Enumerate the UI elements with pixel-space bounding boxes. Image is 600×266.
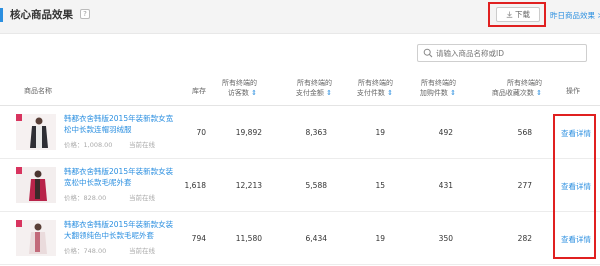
download-label: 下载 xyxy=(515,10,530,19)
product-price: 价格：748.00 xyxy=(64,247,107,255)
favorites-value: 277 xyxy=(517,181,532,190)
pay-qty-value: 19 xyxy=(375,234,385,243)
col-cart-qty[interactable]: 所有终端的 加购件数 ⇕ xyxy=(398,78,456,98)
product-name-link[interactable]: 韩都衣舍韩版2015年装新款女宽松中长款连帽羽绒服 xyxy=(64,113,176,135)
product-status: 当前在线 xyxy=(129,141,155,149)
details-highlight-box xyxy=(553,114,596,259)
product-name-link[interactable]: 韩都衣舍韩版2015年装新款女装大翻领纯色中长款毛呢外套 xyxy=(64,219,176,241)
favorites-value: 568 xyxy=(517,128,532,137)
stock-value: 794 xyxy=(191,234,206,243)
pay-amount-value: 6,434 xyxy=(305,234,327,243)
help-icon[interactable]: ? xyxy=(80,9,90,19)
pay-amount-value: 5,588 xyxy=(305,181,327,190)
download-button[interactable]: 下载 xyxy=(496,7,540,22)
table-row: 韩都衣舍韩版2015年装新款女宽松中长款连帽羽绒服 价格：1,008.00 当前… xyxy=(0,106,600,159)
product-thumbnail[interactable] xyxy=(16,114,56,150)
product-price: 价格：1,008.00 xyxy=(64,141,113,149)
stock-value: 70 xyxy=(196,128,206,137)
col-stock: 库存 xyxy=(192,87,206,95)
product-search[interactable] xyxy=(417,44,587,62)
download-icon xyxy=(506,11,513,18)
col-product-name: 商品名称 xyxy=(24,87,52,95)
pay-qty-value: 15 xyxy=(375,181,385,190)
product-price: 价格：828.00 xyxy=(64,194,107,202)
sort-icon[interactable]: ⇕ xyxy=(450,89,456,97)
table-header: 商品名称 库存 所有终端的 访客数 ⇕ 所有终端的 支付金额 ⇕ 所有终端的 支… xyxy=(0,72,600,106)
table-row: 韩都衣舍韩版2015年装新款女装宽松中长款毛呢外套 价格：828.00 当前在线… xyxy=(0,159,600,212)
product-status: 当前在线 xyxy=(129,247,155,255)
visitors-value: 11,580 xyxy=(235,234,262,243)
sort-icon[interactable]: ⇕ xyxy=(251,89,257,97)
col-action: 操作 xyxy=(566,87,580,95)
table-row: 韩都衣舍韩版2015年装新款女装大翻领纯色中长款毛呢外套 价格：748.00 当… xyxy=(0,212,600,265)
cart-qty-value: 431 xyxy=(438,181,453,190)
col-favorites[interactable]: 所有终端的 商品收藏次数 ⇕ xyxy=(470,78,542,98)
sort-icon[interactable]: ⇕ xyxy=(387,89,393,97)
visitors-value: 12,213 xyxy=(235,181,262,190)
search-input[interactable] xyxy=(436,47,584,59)
product-name-link[interactable]: 韩都衣舍韩版2015年装新款女装宽松中长款毛呢外套 xyxy=(64,166,176,188)
product-status: 当前在线 xyxy=(129,194,155,202)
visitors-value: 19,892 xyxy=(235,128,262,137)
pay-qty-value: 19 xyxy=(375,128,385,137)
sort-icon[interactable]: ⇕ xyxy=(536,89,542,97)
search-icon xyxy=(423,48,433,58)
sort-icon[interactable]: ⇕ xyxy=(326,89,332,97)
section-title: 核心商品效果 xyxy=(10,9,73,21)
col-pay-amount[interactable]: 所有终端的 支付金额 ⇕ xyxy=(276,78,332,98)
yesterday-effect-link[interactable]: 昨日商品效果 > xyxy=(550,10,600,21)
pay-amount-value: 8,363 xyxy=(305,128,327,137)
title-accent-bar xyxy=(0,8,3,22)
col-visitors[interactable]: 所有终端的 访客数 ⇕ xyxy=(205,78,257,98)
col-pay-qty[interactable]: 所有终端的 支付件数 ⇕ xyxy=(337,78,393,98)
cart-qty-value: 350 xyxy=(438,234,453,243)
product-thumbnail[interactable] xyxy=(16,167,56,203)
favorites-value: 282 xyxy=(517,234,532,243)
section-header: 核心商品效果 ? 下载 昨日商品效果 > xyxy=(0,0,600,34)
product-thumbnail[interactable] xyxy=(16,220,56,256)
stock-value: 1,618 xyxy=(184,181,206,190)
cart-qty-value: 492 xyxy=(438,128,453,137)
